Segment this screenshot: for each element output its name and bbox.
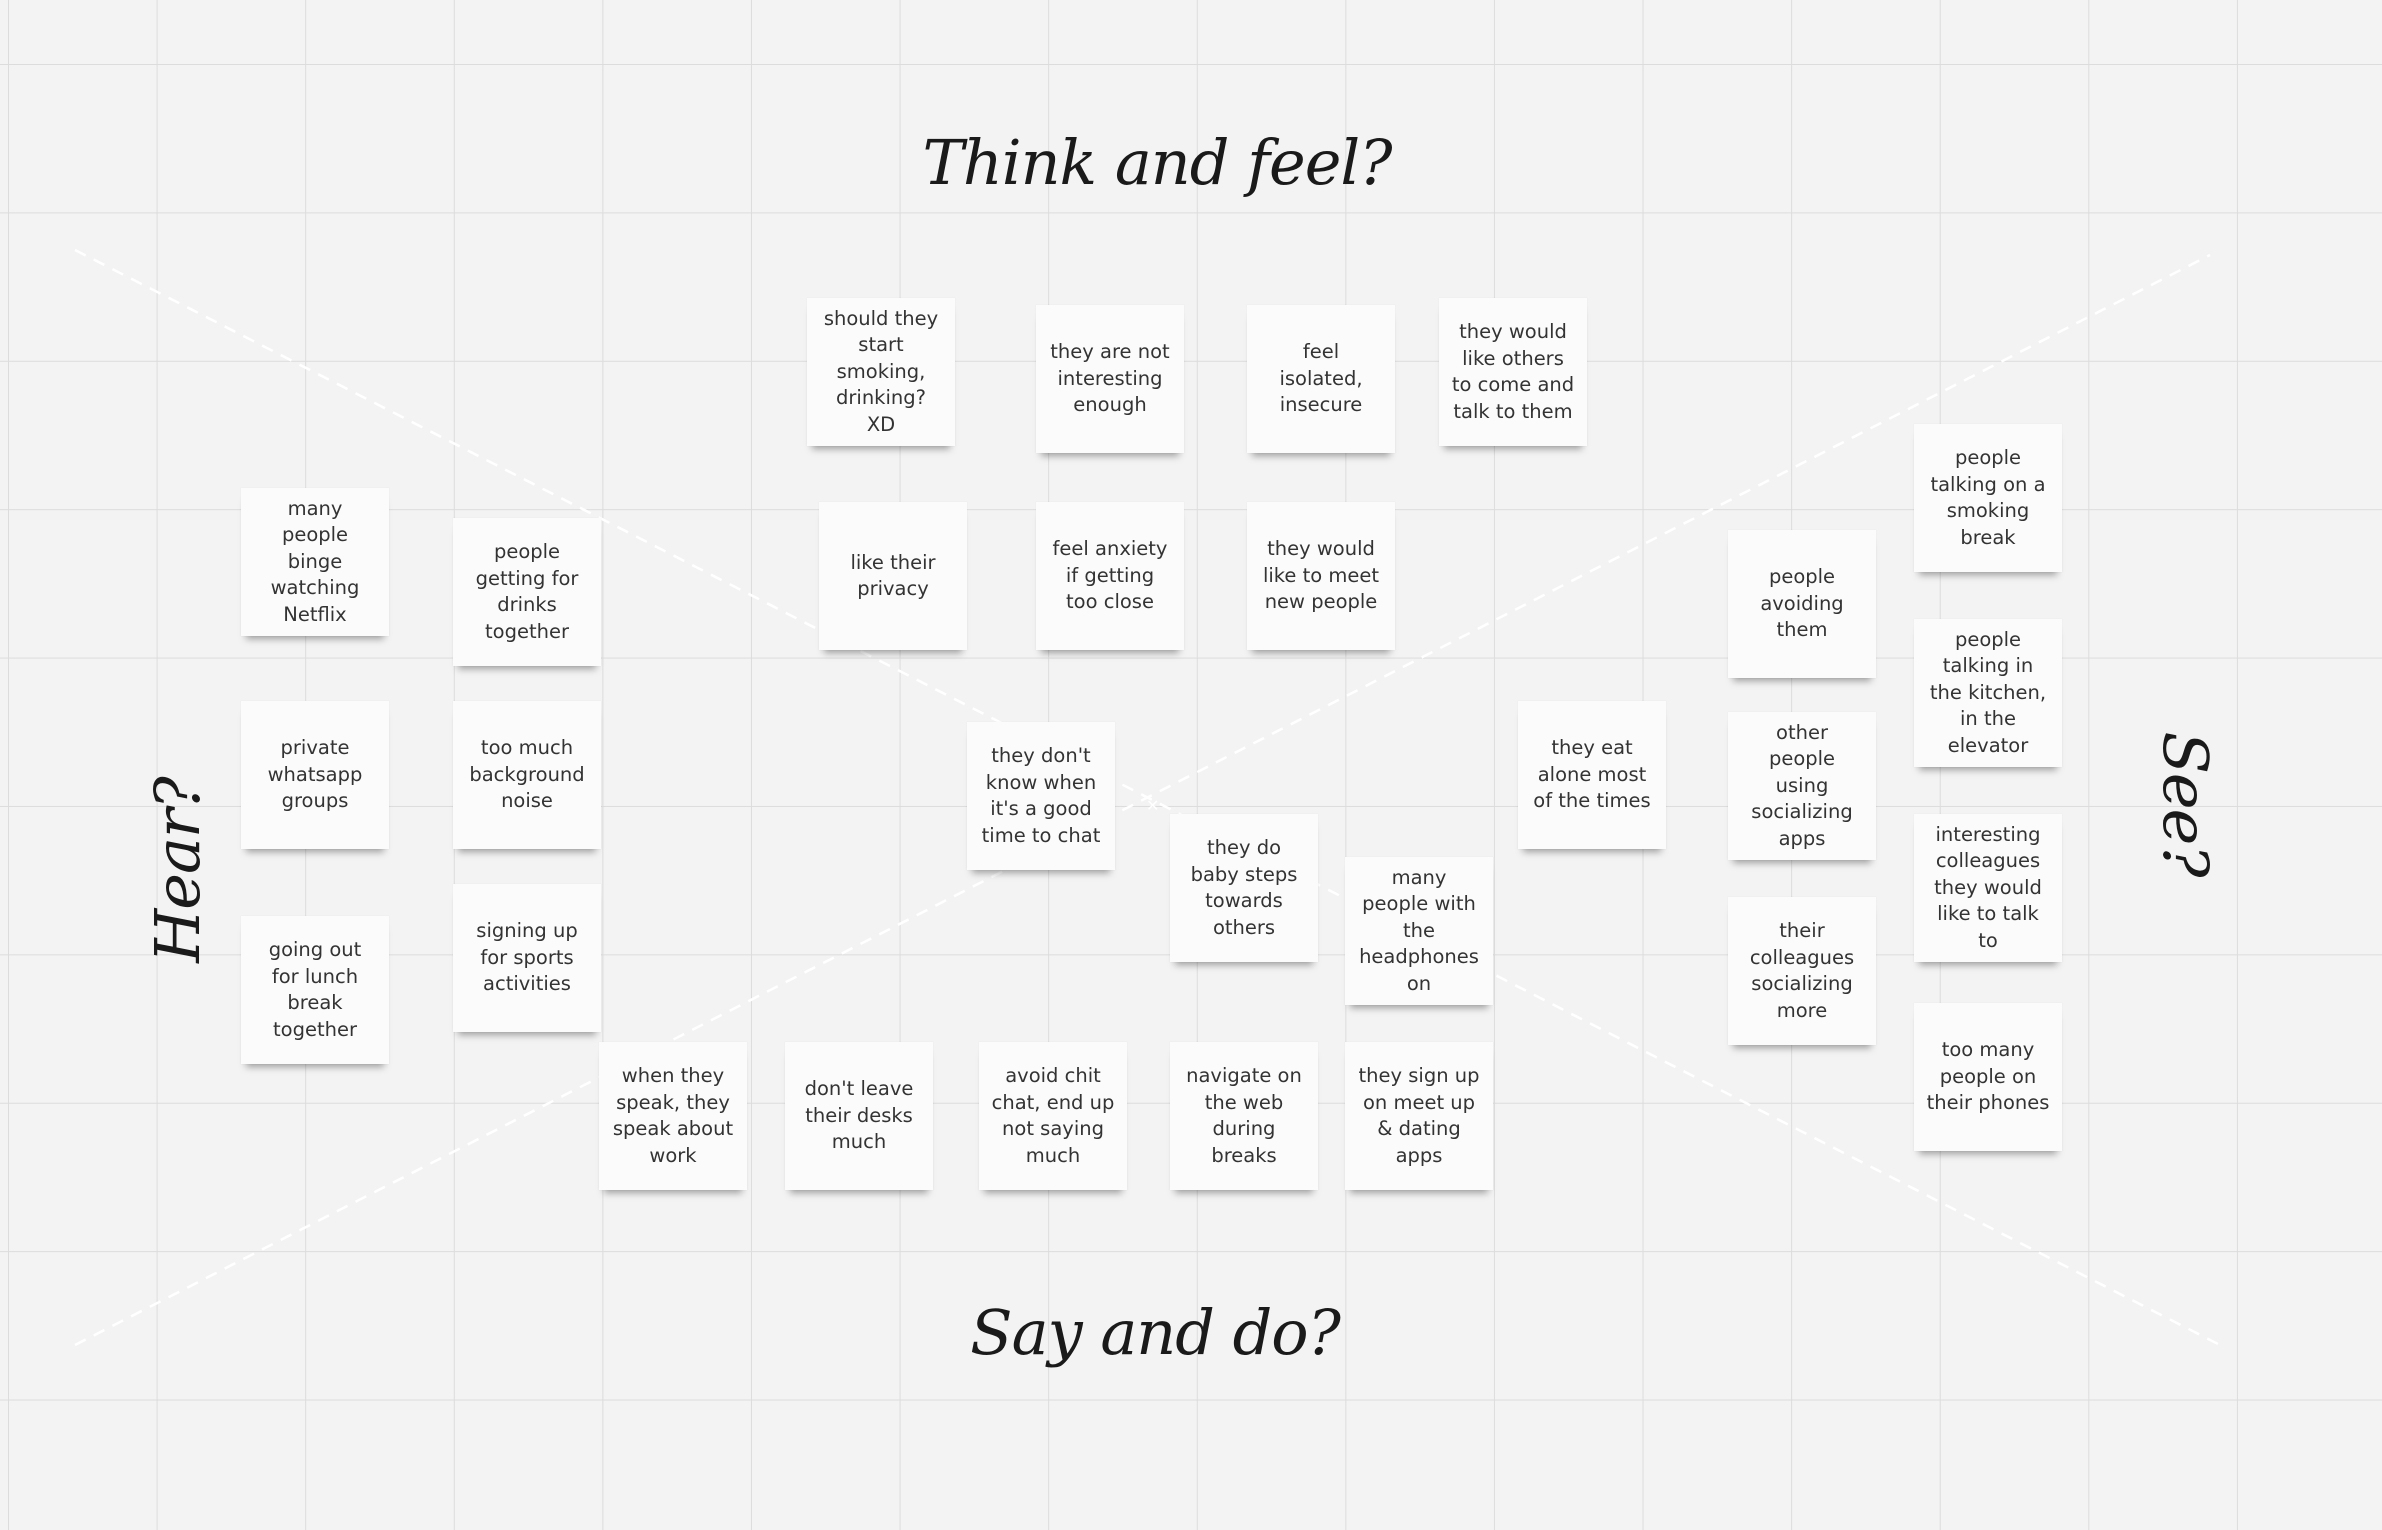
sticky-note[interactable]: too many people on their phones: [1914, 1003, 2062, 1151]
sticky-note-text: they eat alone most of the times: [1533, 736, 1651, 813]
sticky-note-text: many people binge watching Netflix: [270, 496, 360, 626]
sticky-note[interactable]: people getting for drinks together: [453, 518, 601, 666]
sticky-note-text: signing up for sports activities: [476, 919, 578, 996]
sticky-note-text: avoid chit chat, end up not saying much: [991, 1064, 1115, 1167]
sticky-note-text: they do baby steps towards others: [1190, 836, 1298, 939]
sticky-note-text: people talking in the kitchen, in the el…: [1929, 627, 2047, 757]
sticky-note[interactable]: going out for lunch break together: [241, 916, 389, 1064]
say-and-do-heading: Say and do?: [970, 1296, 1341, 1369]
sticky-note[interactable]: they sign up on meet up & dating apps: [1345, 1042, 1493, 1190]
sticky-note-text: many people with the headphones on: [1359, 865, 1479, 995]
sticky-note[interactable]: other people using socializing apps: [1728, 712, 1876, 860]
sticky-note[interactable]: people talking on a smoking break: [1914, 424, 2062, 572]
sticky-note[interactable]: their colleagues socializing more: [1728, 897, 1876, 1045]
sticky-note-text: interesting colleagues they would like t…: [1934, 822, 2042, 952]
sticky-note[interactable]: feel isolated, insecure: [1247, 305, 1395, 453]
sticky-note-text: feel isolated, insecure: [1279, 340, 1363, 417]
sticky-note[interactable]: people avoiding them: [1728, 530, 1876, 678]
sticky-note[interactable]: interesting colleagues they would like t…: [1914, 814, 2062, 962]
sticky-note[interactable]: they do baby steps towards others: [1170, 814, 1318, 962]
sticky-note[interactable]: signing up for sports activities: [453, 884, 601, 1032]
sticky-note[interactable]: many people binge watching Netflix: [241, 488, 389, 636]
sticky-note[interactable]: feel anxiety if getting too close: [1036, 502, 1184, 650]
sticky-note-text: they sign up on meet up & dating apps: [1358, 1064, 1480, 1167]
sticky-note[interactable]: don't leave their desks much: [785, 1042, 933, 1190]
sticky-note[interactable]: they would like others to come and talk …: [1439, 298, 1587, 446]
sticky-note[interactable]: private whatsapp groups: [241, 701, 389, 849]
sticky-note-text: like their privacy: [850, 550, 936, 601]
sticky-note[interactable]: avoid chit chat, end up not saying much: [979, 1042, 1127, 1190]
sticky-note-text: they would like others to come and talk …: [1451, 320, 1575, 423]
sticky-note[interactable]: many people with the headphones on: [1345, 857, 1493, 1005]
sticky-note-text: navigate on the web during breaks: [1186, 1064, 1302, 1167]
hear-heading: Hear?: [141, 777, 214, 963]
sticky-note[interactable]: they are not interesting enough: [1036, 305, 1184, 453]
sticky-note[interactable]: should they start smoking, drinking? XD: [807, 298, 955, 446]
sticky-note-text: they don't know when it's a good time to…: [981, 744, 1101, 847]
sticky-note-text: too much background noise: [469, 736, 585, 813]
sticky-note-text: people avoiding them: [1760, 565, 1844, 642]
center-crosshair-icon: ✕: [1146, 796, 1160, 815]
sticky-note[interactable]: like their privacy: [819, 502, 967, 650]
sticky-note-text: should they start smoking, drinking? XD: [823, 306, 939, 436]
empathy-map-board[interactable]: Think and feel? Say and do? Hear? See? s…: [0, 0, 2382, 1530]
see-heading: See?: [2149, 731, 2222, 877]
sticky-note-text: too many people on their phones: [1926, 1038, 2050, 1115]
sticky-note-text: private whatsapp groups: [267, 736, 363, 813]
sticky-note[interactable]: when they speak, they speak about work: [599, 1042, 747, 1190]
sticky-note-text: they would like to meet new people: [1262, 537, 1380, 614]
sticky-note-text: people getting for drinks together: [475, 540, 579, 643]
sticky-note[interactable]: they eat alone most of the times: [1518, 701, 1666, 849]
sticky-note-text: they are not interesting enough: [1050, 340, 1170, 417]
think-and-feel-heading: Think and feel?: [922, 126, 1392, 199]
sticky-note[interactable]: they would like to meet new people: [1247, 502, 1395, 650]
sticky-note[interactable]: they don't know when it's a good time to…: [967, 722, 1115, 870]
sticky-note-text: don't leave their desks much: [804, 1077, 914, 1154]
sticky-note[interactable]: navigate on the web during breaks: [1170, 1042, 1318, 1190]
sticky-note-text: people talking on a smoking break: [1930, 446, 2046, 549]
sticky-note-text: their colleagues socializing more: [1749, 919, 1855, 1022]
sticky-note-text: other people using socializing apps: [1751, 720, 1853, 850]
sticky-note[interactable]: too much background noise: [453, 701, 601, 849]
sticky-note-text: when they speak, they speak about work: [612, 1064, 734, 1167]
sticky-note-text: going out for lunch break together: [268, 938, 362, 1041]
sticky-note[interactable]: people talking in the kitchen, in the el…: [1914, 619, 2062, 767]
sticky-note-text: feel anxiety if getting too close: [1052, 537, 1168, 614]
